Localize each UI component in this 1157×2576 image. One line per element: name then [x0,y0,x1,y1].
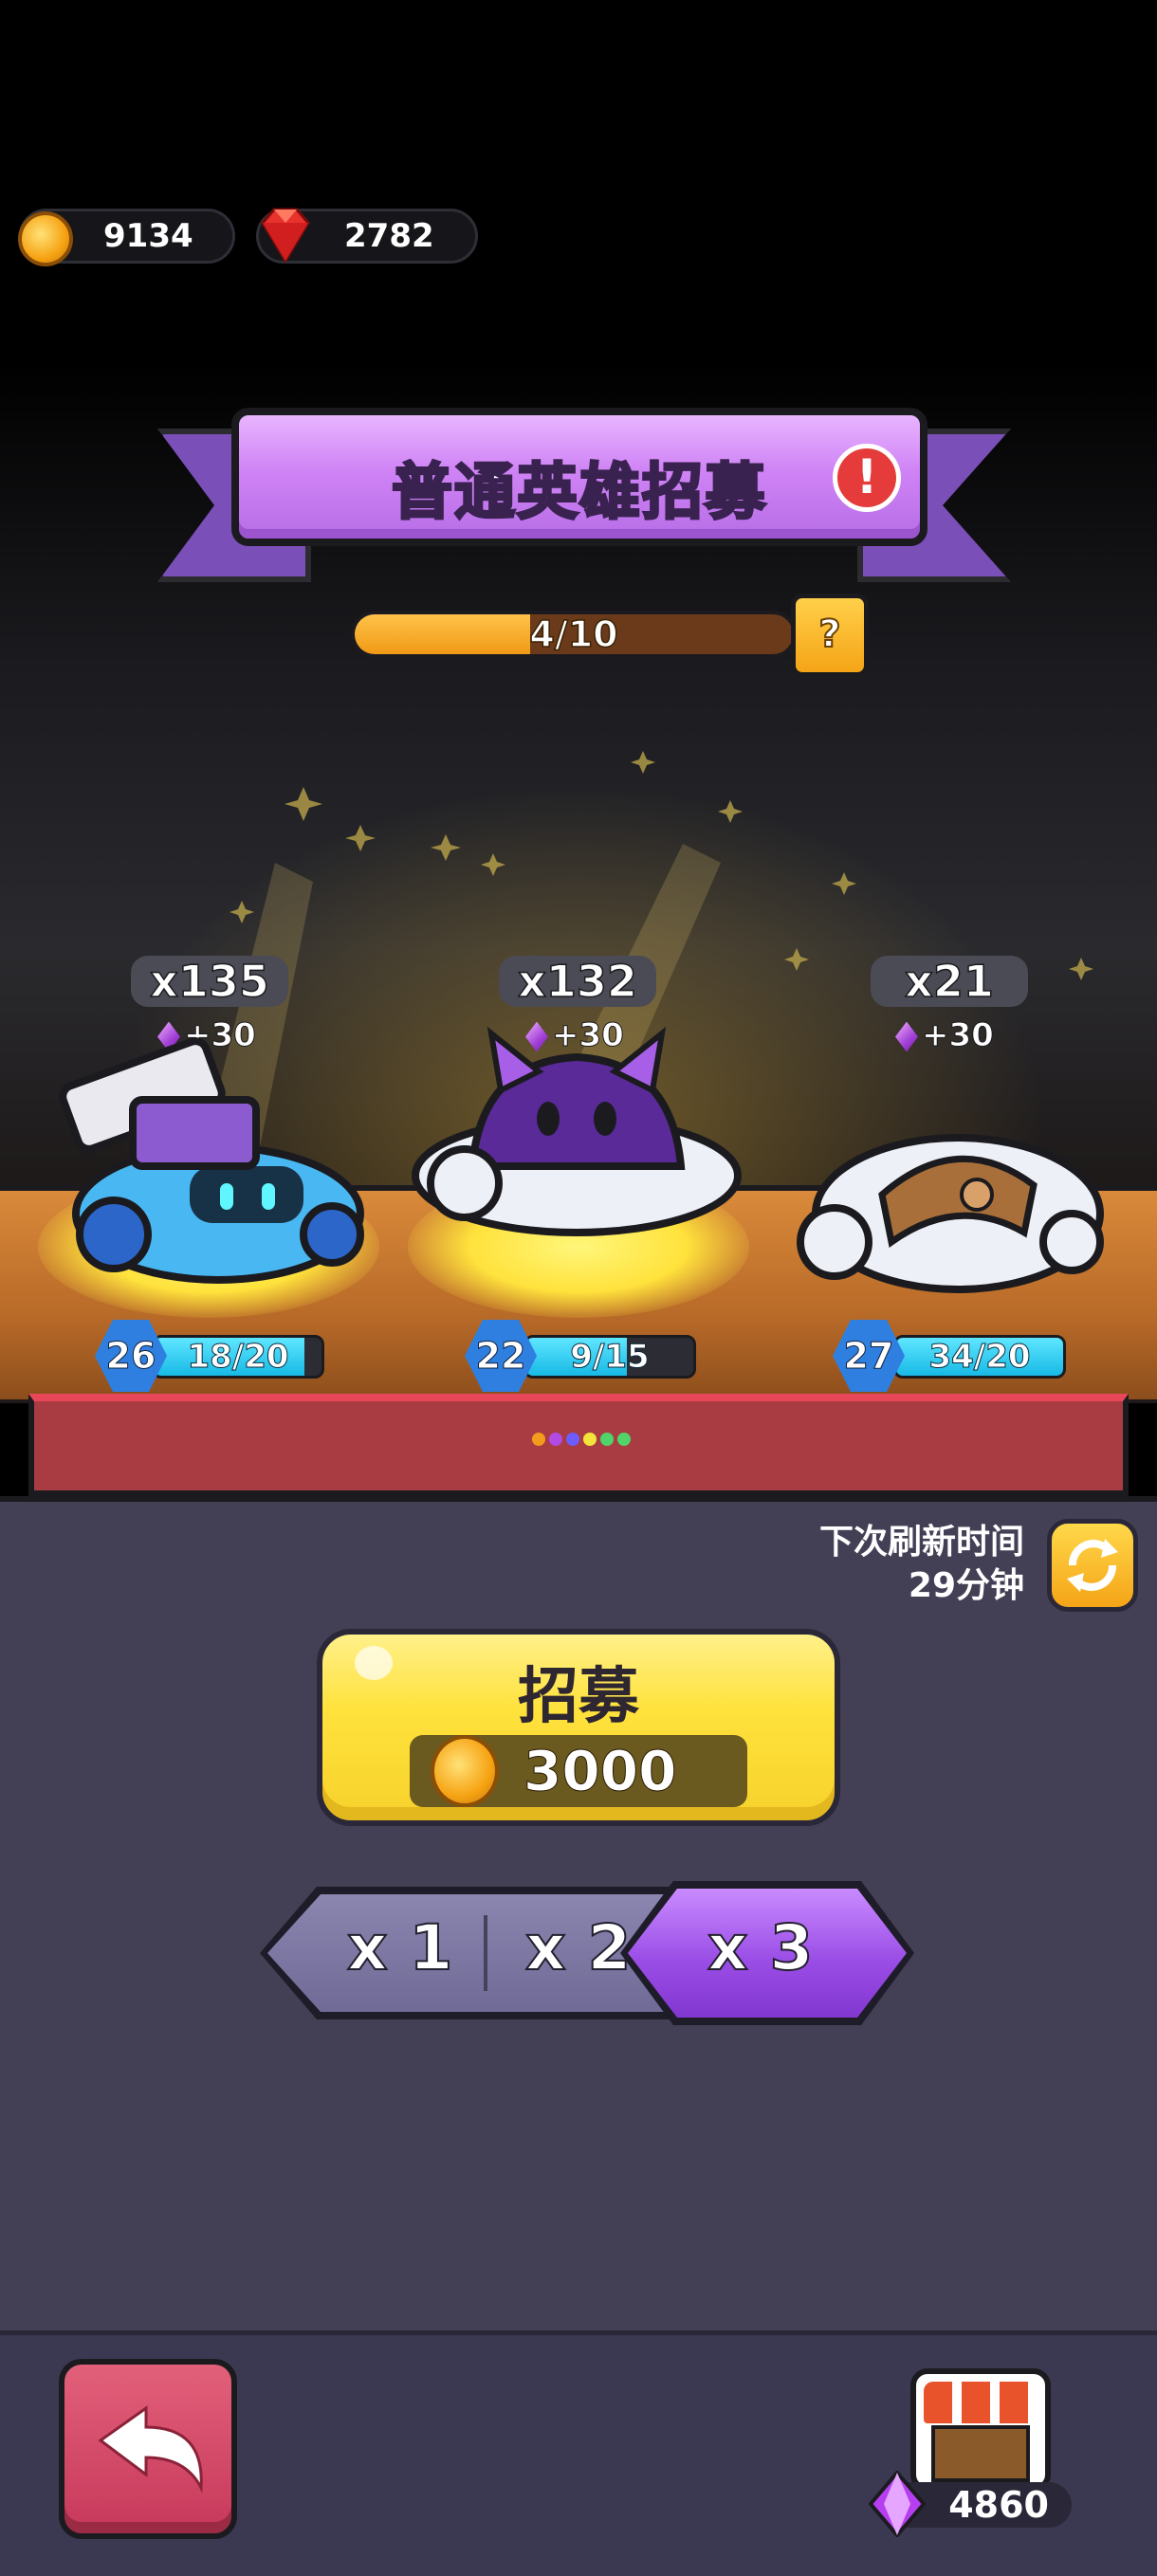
page-dots [532,1433,631,1446]
hero-bonus-3: +30 [895,1016,995,1055]
coin-counter: 9134 [18,209,235,266]
multiplier-x3[interactable]: x 3 [707,1910,814,1985]
shop-button[interactable] [907,2365,1055,2501]
banner-title: 普通英雄招募 [391,457,767,530]
refresh-time: 29分钟 [908,1566,1024,1605]
refresh-icon [1067,1539,1118,1592]
hero-helmet-icon[interactable] [787,1109,1110,1299]
help-button[interactable]: ? [791,594,869,677]
multiplier-x1[interactable]: x 1 [346,1910,453,1985]
hero-xp-bar-2: 9/15 [523,1335,696,1379]
progress-text: 4/10 [529,613,619,655]
coin-icon [431,1735,499,1807]
hero-xp-bar-1: 18/20 [152,1335,324,1379]
purple-gem-icon [869,2471,926,2537]
ruby-counter: 2782 [256,208,478,264]
hero-xp-text-3: 34/20 [928,1338,1031,1376]
recruit-banner: 普通英雄招募 ! [231,408,927,546]
gem-amount: 4860 [948,2484,1049,2526]
hero-robot-icon[interactable] [19,1024,370,1289]
alert-icon[interactable]: ! [833,444,901,512]
recruit-price: 3000 [410,1735,747,1807]
recruit-price-value: 3000 [523,1739,677,1804]
refresh-info: 下次刷新时间 29分钟 [721,1521,1024,1608]
hero-xp-text-2: 9/15 [570,1338,650,1376]
multiplier-divider [484,1915,487,1991]
recruit-strip [28,1394,1129,1496]
refresh-label: 下次刷新时间 [818,1523,1024,1562]
hero-count-2: x132 [499,955,656,1008]
back-button[interactable] [59,2359,237,2539]
recruit-button[interactable]: 招募 3000 [317,1629,840,1826]
hero-bonus-3-text: +30 [922,1016,995,1055]
recruit-progress-bar: 4/10 [351,611,797,658]
shop-awning-icon [924,2382,1038,2423]
hero-xp-bar-3: 34/20 [893,1335,1066,1379]
ruby-amount: 2782 [344,217,434,255]
coin-amount: 9134 [103,217,193,255]
shop-counter-icon [931,2425,1030,2482]
gem-icon [895,1021,918,1052]
back-arrow-icon [98,2405,203,2494]
multiplier-x2[interactable]: x 2 [524,1910,632,1985]
hero-count-3: x21 [871,955,1028,1008]
refresh-button[interactable] [1047,1519,1138,1612]
hero-xp-text-1: 18/20 [187,1338,289,1376]
recruit-label: 招募 [518,1662,639,1732]
coin-icon [18,211,73,266]
multiplier-selector: x 1 x 2 x 3 [260,1881,914,2025]
ruby-icon [261,208,310,264]
hero-ufo-cat-icon[interactable] [406,1014,747,1270]
hero-count-1: x135 [131,955,288,1008]
